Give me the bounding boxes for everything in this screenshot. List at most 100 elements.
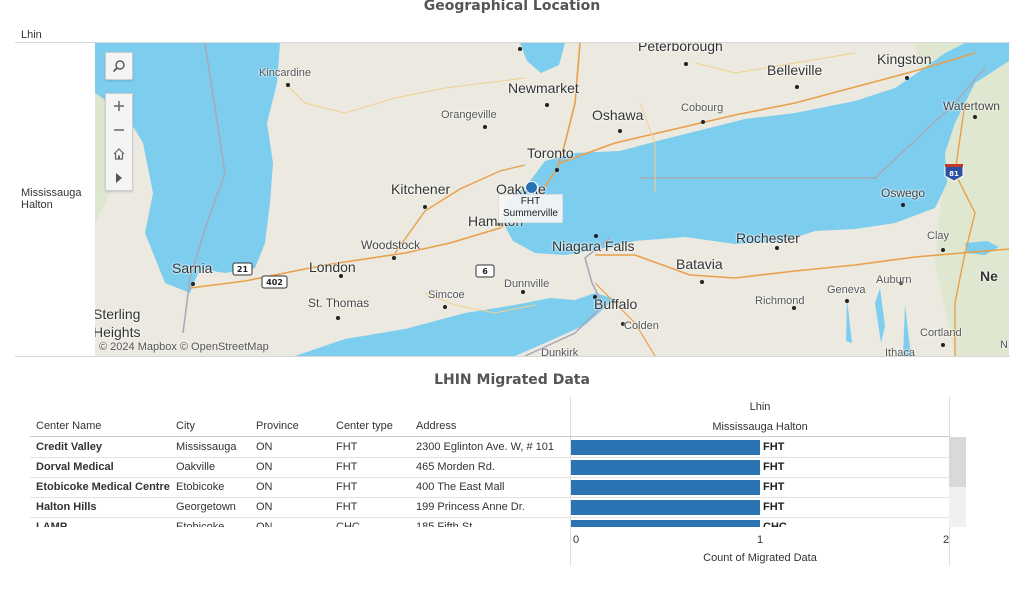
map-search-button[interactable] — [105, 52, 133, 80]
svg-text:402: 402 — [266, 278, 283, 287]
expand-toolbar-button[interactable] — [106, 166, 132, 190]
bar-data-label: FHT — [763, 461, 785, 473]
x-tick-label: 0 — [573, 534, 580, 546]
place-label: Sterling — [95, 306, 141, 322]
center-type-cell: CHC — [336, 521, 360, 527]
address-cell: 400 The East Mall — [416, 481, 505, 493]
address-cell: 185 Fifth St. — [416, 521, 476, 527]
place-label: Sarnia — [172, 260, 213, 276]
place-label: Oshawa — [592, 107, 644, 123]
home-icon — [113, 148, 125, 160]
place-label: Ithaca — [885, 347, 915, 356]
province-cell: ON — [256, 521, 273, 527]
place-label: Simcoe — [428, 289, 465, 301]
table-row[interactable]: Halton Hills Georgetown ON FHT 199 Princess … — [30, 497, 950, 518]
table-row[interactable]: Credit Valley Mississauga ON FHT 2300 Eglint… — [30, 437, 950, 458]
province-cell: ON — [256, 501, 273, 513]
column-header-address[interactable]: Address — [416, 420, 456, 432]
place-label: Kingston — [877, 51, 932, 67]
center-type-cell: FHT — [336, 481, 358, 493]
city-cell: Mississauga — [176, 441, 237, 453]
column-header-city[interactable]: City — [176, 420, 195, 432]
svg-text:6: 6 — [482, 267, 488, 276]
city-cell: Oakville — [176, 461, 216, 473]
zoom-out-icon — [114, 129, 124, 131]
map-zoom-toolbar — [105, 93, 133, 191]
bar-column-value: Mississauga Halton — [712, 421, 808, 433]
zoom-out-button[interactable] — [106, 118, 132, 142]
map-title: Geographical Location — [423, 0, 601, 14]
place-label: Peterborough — [638, 43, 723, 54]
table-row[interactable]: LAMP Etobicoke ON CHC 185 Fifth St. CHC — [30, 517, 950, 527]
center-name-cell: Etobicoke Medical Centre — [36, 481, 170, 493]
place-label: Oswego — [881, 186, 926, 200]
center-type-cell: FHT — [336, 461, 358, 473]
place-label: Geneva — [827, 284, 866, 296]
city-cell: Georgetown — [176, 501, 236, 513]
svg-text:81: 81 — [949, 170, 959, 178]
place-label: Kincardine — [259, 67, 311, 79]
bar-mark[interactable] — [571, 480, 760, 495]
place-label: Batavia — [676, 256, 723, 272]
point-type-label: FHT — [520, 196, 541, 207]
place-label: Rochester — [736, 230, 800, 246]
map-attribution[interactable]: © 2024 Mapbox © OpenStreetMap — [99, 341, 269, 353]
column-header-province[interactable]: Province — [256, 420, 299, 432]
bar-data-label: FHT — [763, 501, 785, 513]
scrollbar-thumb[interactable] — [949, 437, 966, 487]
place-label: Woodstock — [361, 238, 421, 252]
bar-mark[interactable] — [571, 500, 760, 515]
column-header-center-name[interactable]: Center Name — [36, 420, 101, 432]
column-header-center-type[interactable]: Center type — [336, 420, 393, 432]
table-row[interactable]: Etobicoke Medical Centre Etobicoke ON FHT 40… — [30, 477, 950, 498]
search-icon — [112, 60, 125, 73]
place-label: N — [1000, 339, 1008, 351]
place-label: Watertown — [943, 99, 1000, 113]
zoom-in-button[interactable] — [106, 94, 132, 118]
bar-mark[interactable] — [571, 520, 760, 527]
map-controls — [105, 52, 133, 191]
shield-21: 21 — [237, 265, 249, 274]
table-title: LHIN Migrated Data — [434, 372, 590, 388]
zoom-in-icon — [114, 101, 124, 111]
center-type-cell: FHT — [336, 501, 358, 513]
place-label: Newmarket — [508, 80, 579, 96]
center-name-cell: Halton Hills — [36, 501, 97, 513]
center-name-cell: LAMP — [36, 521, 68, 527]
place-label: London — [309, 259, 356, 275]
bar-mark[interactable] — [571, 460, 760, 475]
bar-column-dimension: Lhin — [749, 401, 771, 413]
bar-data-label: FHT — [763, 441, 785, 453]
x-tick-label: 1 — [757, 534, 764, 546]
divider — [15, 356, 1010, 357]
place-label: Cortland — [920, 327, 962, 339]
table-scrollbar[interactable] — [949, 437, 966, 527]
x-tick-label: 2 — [943, 534, 950, 546]
address-cell: 199 Princess Anne Dr. — [416, 501, 525, 513]
reset-view-button[interactable] — [106, 142, 132, 166]
place-label: Ne — [980, 268, 998, 284]
center-type-cell: FHT — [336, 441, 358, 453]
bar-mark[interactable] — [571, 440, 760, 455]
place-label: Orangeville — [441, 109, 497, 121]
table-row[interactable]: Dorval Medical Oakville ON FHT 465 Morden Rd… — [30, 457, 950, 478]
province-cell: ON — [256, 461, 273, 473]
place-label: Dunkirk — [541, 347, 579, 356]
center-name-cell: Dorval Medical — [36, 461, 114, 473]
bar-data-label: CHC — [763, 521, 787, 527]
place-label: Richmond — [755, 295, 805, 307]
place-label: Heights — [95, 324, 141, 340]
place-label: Cobourg — [681, 102, 724, 114]
lhin-row-label: Mississauga Halton — [21, 187, 82, 211]
place-label: Toronto — [527, 145, 574, 161]
province-cell: ON — [256, 481, 273, 493]
place-label: Colden — [624, 320, 659, 332]
data-table-body[interactable]: Credit Valley Mississauga ON FHT 2300 Eglint… — [30, 437, 950, 527]
lhin-column-header: Lhin — [21, 29, 42, 41]
x-axis-title: Count of Migrated Data — [703, 552, 817, 564]
map-point-label: FHT Summerville — [498, 194, 563, 223]
map-point-marker[interactable] — [525, 181, 538, 194]
address-cell: 465 Morden Rd. — [416, 461, 495, 473]
place-label: Kitchener — [391, 181, 451, 197]
place-label: Buffalo — [594, 296, 638, 312]
